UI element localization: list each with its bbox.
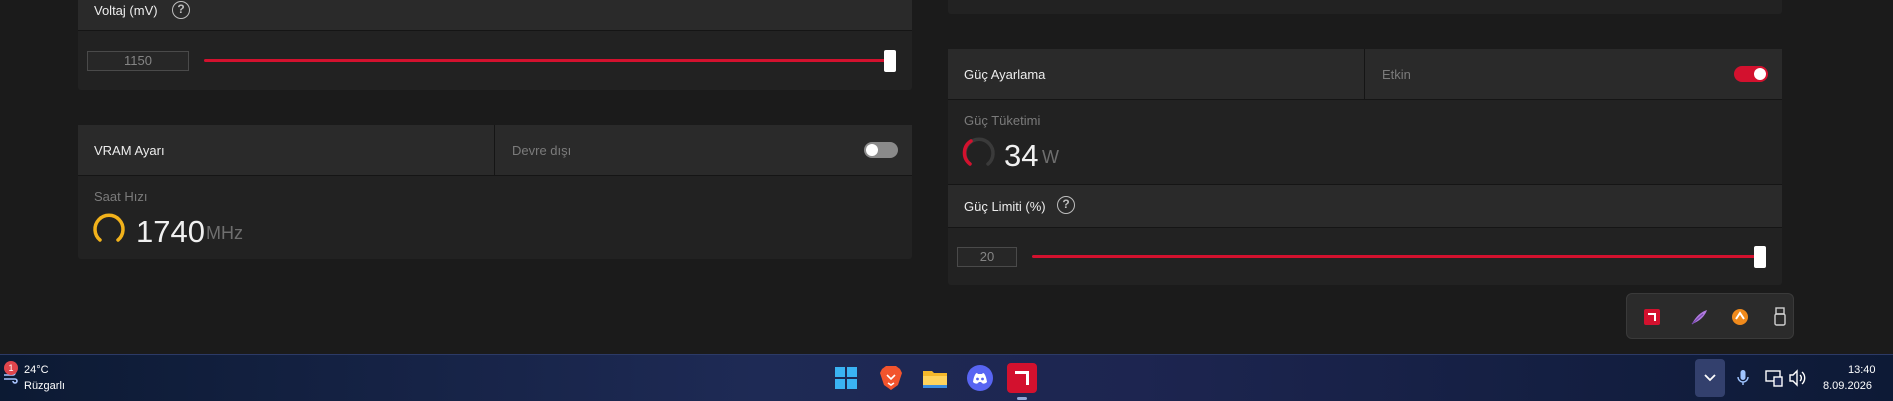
weather-badge: 1 [4, 361, 18, 375]
amd-radeon-icon[interactable] [1644, 309, 1660, 325]
vram-toggle[interactable] [864, 142, 898, 158]
clock-speed-value: 1740 [136, 214, 205, 249]
voltage-value-field[interactable]: 1150 [87, 51, 189, 71]
tray-overflow-popup [1626, 293, 1794, 339]
chevron-down-icon [1704, 374, 1716, 382]
clock-time[interactable]: 13:40 [1848, 364, 1876, 376]
power-tuning-panel: Güç Ayarlama Etkin Güç Tüketimi 34 W Güç… [948, 49, 1782, 285]
power-limit-slider-thumb[interactable] [1754, 246, 1766, 268]
feather-icon[interactable] [1689, 307, 1709, 327]
clock-speed-label: Saat Hızı [94, 189, 148, 204]
network-icon[interactable] [1765, 369, 1783, 387]
voltage-panel: Voltaj (mV) ? 1150 [78, 0, 912, 90]
tray-overflow-button[interactable] [1695, 359, 1725, 397]
voltage-header [78, 0, 912, 30]
power-limit-help-icon[interactable]: ? [1057, 196, 1075, 214]
brave-browser-icon[interactable] [876, 363, 906, 393]
voltage-slider-thumb[interactable] [884, 50, 896, 72]
voltage-label: Voltaj (mV) [94, 3, 158, 18]
taskbar: 1 24°C Rüzgarlı 13:40 8.09.2026 [0, 354, 1893, 401]
weather-temperature: 24°C [24, 364, 49, 376]
file-explorer-icon[interactable] [920, 363, 950, 393]
weather-widget[interactable]: 1 24°C Rüzgarlı [0, 359, 90, 397]
voltage-help-icon[interactable]: ? [172, 1, 190, 19]
orange-app-icon[interactable] [1730, 307, 1750, 327]
power-limit-label: Güç Limiti (%) [964, 199, 1046, 214]
windows-start-icon[interactable] [831, 363, 861, 393]
voltage-slider-track[interactable] [204, 59, 890, 62]
power-limit-slider-track[interactable] [1032, 255, 1762, 258]
volume-icon[interactable] [1788, 369, 1808, 387]
clock-speed-unit: MHz [206, 223, 243, 243]
upper-right-panel [948, 0, 1782, 14]
microphone-icon[interactable] [1736, 369, 1750, 387]
power-consumption-value: 34 [1004, 138, 1039, 173]
vram-state-label: Devre dışı [512, 143, 572, 158]
usb-icon[interactable] [1772, 306, 1788, 328]
power-tuning-toggle[interactable] [1734, 66, 1768, 82]
power-consumption-label: Güç Tüketimi [964, 113, 1041, 128]
clock-gauge-icon [93, 213, 125, 242]
power-tuning-state-label: Etkin [1382, 67, 1411, 82]
power-gauge-icon [962, 137, 995, 166]
power-consumption-unit: W [1042, 147, 1059, 167]
vram-header [78, 125, 912, 175]
clock-date[interactable]: 8.09.2026 [1823, 380, 1872, 392]
vram-label: VRAM Ayarı [94, 143, 165, 158]
weather-description: Rüzgarlı [24, 380, 65, 392]
discord-icon[interactable] [965, 363, 995, 393]
power-tuning-label: Güç Ayarlama [964, 67, 1046, 82]
vram-panel: VRAM Ayarı Devre dışı Saat Hızı 1740 MHz [78, 125, 912, 259]
active-app-indicator [1017, 397, 1027, 400]
power-limit-value-field[interactable]: 20 [957, 247, 1017, 267]
power-tuning-header [948, 49, 1782, 99]
amd-software-icon[interactable] [1007, 363, 1037, 393]
